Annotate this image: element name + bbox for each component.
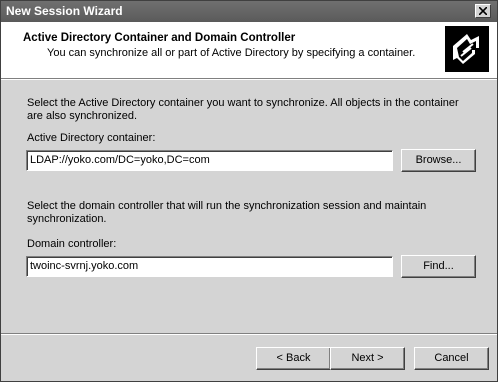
footer-separator <box>1 333 497 335</box>
header-separator <box>1 78 497 80</box>
container-input[interactable]: LDAP://yoko.com/DC=yoko,DC=com <box>26 150 393 171</box>
container-label: Active Directory container: <box>27 132 156 144</box>
dc-description: Select the domain controller that will r… <box>27 200 427 225</box>
wizard-header: Active Directory Container and Domain Co… <box>1 22 497 78</box>
close-button[interactable] <box>475 4 491 18</box>
find-button[interactable]: Find... <box>401 255 476 278</box>
container-description: Select the Active Directory container yo… <box>27 97 459 122</box>
domain-controller-input[interactable]: twoinc-svrnj.yoko.com <box>26 256 393 277</box>
back-button[interactable]: < Back <box>256 347 331 370</box>
close-icon <box>479 7 487 15</box>
window-title: New Session Wizard <box>6 4 123 18</box>
cancel-button[interactable]: Cancel <box>414 347 489 370</box>
title-bar[interactable]: New Session Wizard <box>1 1 497 22</box>
next-button[interactable]: Next > <box>330 347 405 370</box>
header-subtitle: You can synchronize all or part of Activ… <box>47 47 416 59</box>
dc-label: Domain controller: <box>27 238 117 250</box>
wizard-icon <box>445 26 489 72</box>
header-title: Active Directory Container and Domain Co… <box>23 32 296 44</box>
browse-button[interactable]: Browse... <box>401 149 476 172</box>
wizard-window: New Session Wizard Active Directory Cont… <box>0 0 498 382</box>
